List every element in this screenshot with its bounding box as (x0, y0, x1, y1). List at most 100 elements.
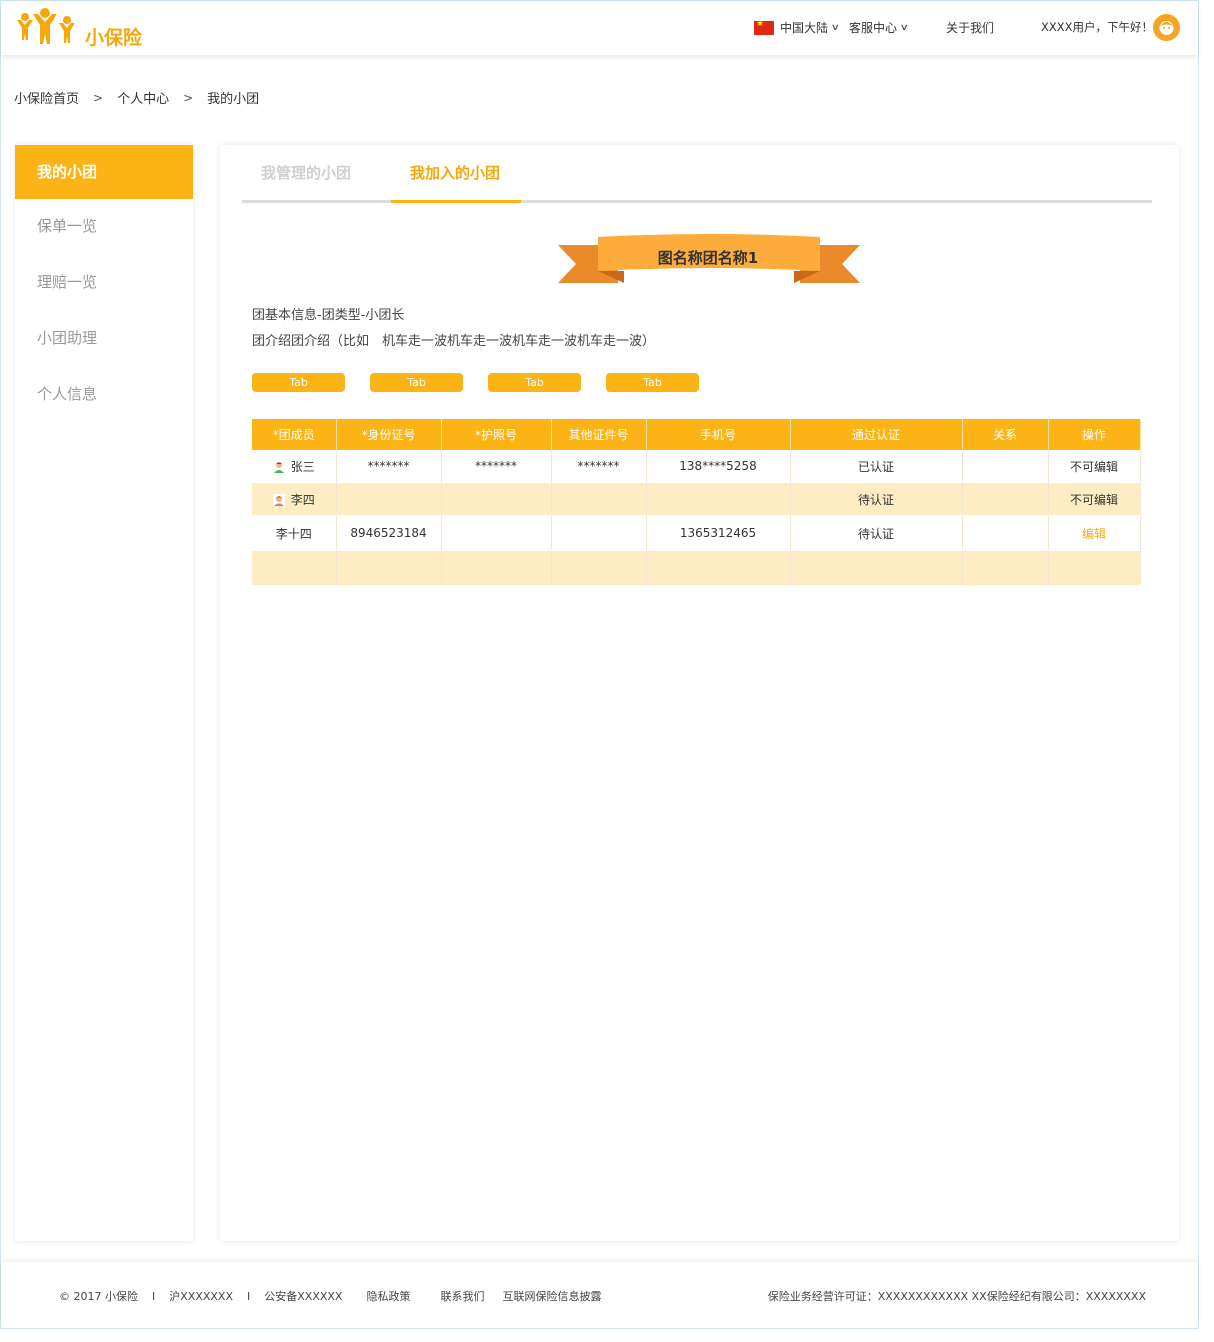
chevron-down-icon: ∨ (830, 22, 840, 33)
table-row: 李四 待认证 不可编辑 (252, 482, 1141, 516)
top-header: 小保险 中国大陆 ∨ 客服中心 ∨ 关于我们 XXXX用户，下午好！ (1, 1, 1198, 55)
table-cell (441, 515, 552, 551)
breadcrumb-home[interactable]: 小保险首页 (14, 88, 79, 107)
region-label: 中国大陆 (780, 21, 829, 35)
sidebar-item-policies[interactable]: 保单一览 (15, 199, 193, 255)
table-cell: 待认证 (790, 482, 963, 516)
license-info: 保险业务经营许可证：XXXXXXXXXXXX XX保险经纪有限公司：XXXXXX… (767, 1290, 1146, 1303)
member-name: 张三 (290, 459, 315, 474)
chevron-right-icon: > (93, 90, 104, 105)
tag-pill[interactable]: Tab (488, 373, 581, 392)
edit-link[interactable]: 编辑 (1082, 527, 1106, 541)
group-name: 图名称团名称1 (657, 249, 759, 267)
col-header-phone: 手机号 (646, 419, 791, 450)
footer-links: © 2017 小保险 I 沪XXXXXXX I 公安备XXXXXX 隐私政策 联… (59, 1288, 615, 1304)
group-intro: 团介绍团介绍（比如 机车走一波机车走一波机车走一波机车走一波） (252, 334, 656, 349)
user-avatar[interactable] (1153, 14, 1180, 41)
table-cell: 待认证 (790, 515, 963, 551)
user-icon (272, 493, 285, 506)
service-label: 客服中心 (849, 21, 898, 35)
breadcrumb-personal-center[interactable]: 个人中心 (117, 88, 169, 107)
tag-pill[interactable]: Tab (370, 373, 463, 392)
tag-pill[interactable]: Tab (252, 373, 345, 392)
table-cell (551, 550, 647, 586)
tab-managed-groups[interactable]: 我管理的小团 (261, 162, 351, 183)
table-row: 李十四 8946523184 1365312465 待认证 编辑 (252, 515, 1141, 551)
privacy-link[interactable]: 隐私政策 (366, 1288, 410, 1304)
table-row: 张三 ******* ******* ******* 138****5258 已… (252, 450, 1141, 483)
col-header-verified: 通过认证 (790, 419, 963, 450)
disclosure-link[interactable]: 互联网保险信息披露 (502, 1288, 601, 1304)
table-cell (646, 550, 791, 586)
table-cell: 已认证 (790, 450, 963, 483)
table-cell: 不可编辑 (1048, 450, 1141, 483)
table-cell: ******* (441, 450, 552, 483)
china-flag-icon (754, 19, 774, 35)
region-selector[interactable]: 中国大陆 ∨ (754, 19, 840, 36)
tab-joined-groups[interactable]: 我加入的小团 (410, 162, 500, 183)
table-cell (790, 550, 963, 586)
member-name: 李四 (290, 492, 315, 507)
table-cell (646, 482, 791, 516)
contact-link[interactable]: 联系我们 (440, 1288, 484, 1304)
member-name: 李十四 (252, 515, 337, 551)
brand-name[interactable]: 小保险 (85, 23, 142, 50)
table-cell (962, 482, 1049, 516)
member-cell: 李四 (252, 482, 337, 516)
col-header-member: *团成员 (252, 419, 337, 450)
sidebar: 我的小团 保单一览 理赔一览 小团助理 个人信息 (15, 145, 193, 1241)
user-greeting: XXXX用户，下午好！ (1041, 20, 1154, 34)
col-header-passport: *护照号 (441, 419, 552, 450)
main-panel: 我管理的小团 我加入的小团 图名称团名称1 团基本信息-团类型-小团长 团介绍团… (220, 145, 1179, 1241)
copyright: © 2017 小保险 (59, 1290, 138, 1303)
table-cell (551, 482, 647, 516)
table-cell (962, 515, 1049, 551)
table-cell (962, 450, 1049, 483)
table-cell (336, 550, 442, 586)
table-cell (551, 515, 647, 551)
chevron-right-icon: > (183, 90, 194, 105)
sidebar-item-personal-info[interactable]: 个人信息 (15, 367, 193, 423)
user-icon (273, 461, 284, 473)
breadcrumb-current: 我的小团 (207, 92, 260, 107)
table-cell: 不可编辑 (1048, 482, 1141, 516)
footer-separator: I (247, 1289, 251, 1303)
col-header-other-id: 其他证件号 (551, 419, 647, 450)
sidebar-item-claims[interactable]: 理赔一览 (15, 255, 193, 311)
footer: © 2017 小保险 I 沪XXXXXXX I 公安备XXXXXX 隐私政策 联… (1, 1262, 1198, 1328)
chevron-down-icon: ∨ (899, 22, 909, 33)
edit-cell: 编辑 (1048, 515, 1141, 551)
customer-service-menu[interactable]: 客服中心 ∨ (849, 19, 909, 36)
icp-number[interactable]: 沪XXXXXXX (169, 1288, 233, 1304)
table-row (252, 550, 1141, 586)
group-basic-info: 团基本信息-团类型-小团长 (252, 308, 405, 323)
table-cell (336, 482, 442, 516)
logo-icon[interactable] (15, 8, 79, 50)
members-table: *团成员 *身份证号 *护照号 其他证件号 手机号 通过认证 关系 操作 张三 … (252, 419, 1141, 586)
avatar-face-icon (1159, 21, 1174, 35)
table-header-row: *团成员 *身份证号 *护照号 其他证件号 手机号 通过认证 关系 操作 (252, 419, 1141, 450)
table-cell: 138****5258 (646, 450, 791, 483)
table-cell (441, 482, 552, 516)
about-us-link[interactable]: 关于我们 (946, 19, 994, 36)
tag-pill[interactable]: Tab (606, 373, 699, 392)
table-cell: 1365312465 (646, 515, 791, 551)
active-tab-indicator (391, 200, 521, 203)
sidebar-item-group-assistant[interactable]: 小团助理 (15, 311, 193, 367)
member-cell: 张三 (252, 450, 337, 483)
table-cell: ******* (551, 450, 647, 483)
table-cell (252, 550, 337, 586)
col-header-action: 操作 (1048, 419, 1141, 450)
sidebar-item-my-groups[interactable]: 我的小团 (15, 145, 193, 199)
table-cell (441, 550, 552, 586)
col-header-relation: 关系 (962, 419, 1049, 450)
footer-separator: I (152, 1289, 156, 1303)
table-cell (962, 550, 1049, 586)
tab-bar: 我管理的小团 我加入的小团 (242, 145, 1152, 203)
table-cell: ******* (336, 450, 442, 483)
police-record[interactable]: 公安备XXXXXX (264, 1288, 342, 1304)
table-cell: 8946523184 (336, 515, 442, 551)
col-header-id-number: *身份证号 (336, 419, 442, 450)
table-cell (1048, 550, 1141, 586)
breadcrumb: 小保险首页 > 个人中心 > 我的小团 (14, 88, 260, 108)
